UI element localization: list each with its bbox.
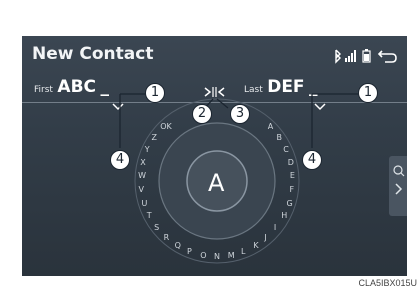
callout-4-right: 4 — [302, 150, 322, 170]
callout-1-left: 1 — [145, 83, 165, 103]
callout-3: 3 — [230, 104, 250, 124]
callout-1-right: 1 — [358, 83, 378, 103]
callout-2: 2 — [192, 104, 212, 124]
figure: New Contact First ABC _ Last DEF _ A A B… — [0, 0, 419, 290]
callout-4-left: 4 — [110, 150, 130, 170]
callout-leaders — [119, 93, 358, 148]
figure-code: CLA5IBX015U — [358, 278, 417, 288]
